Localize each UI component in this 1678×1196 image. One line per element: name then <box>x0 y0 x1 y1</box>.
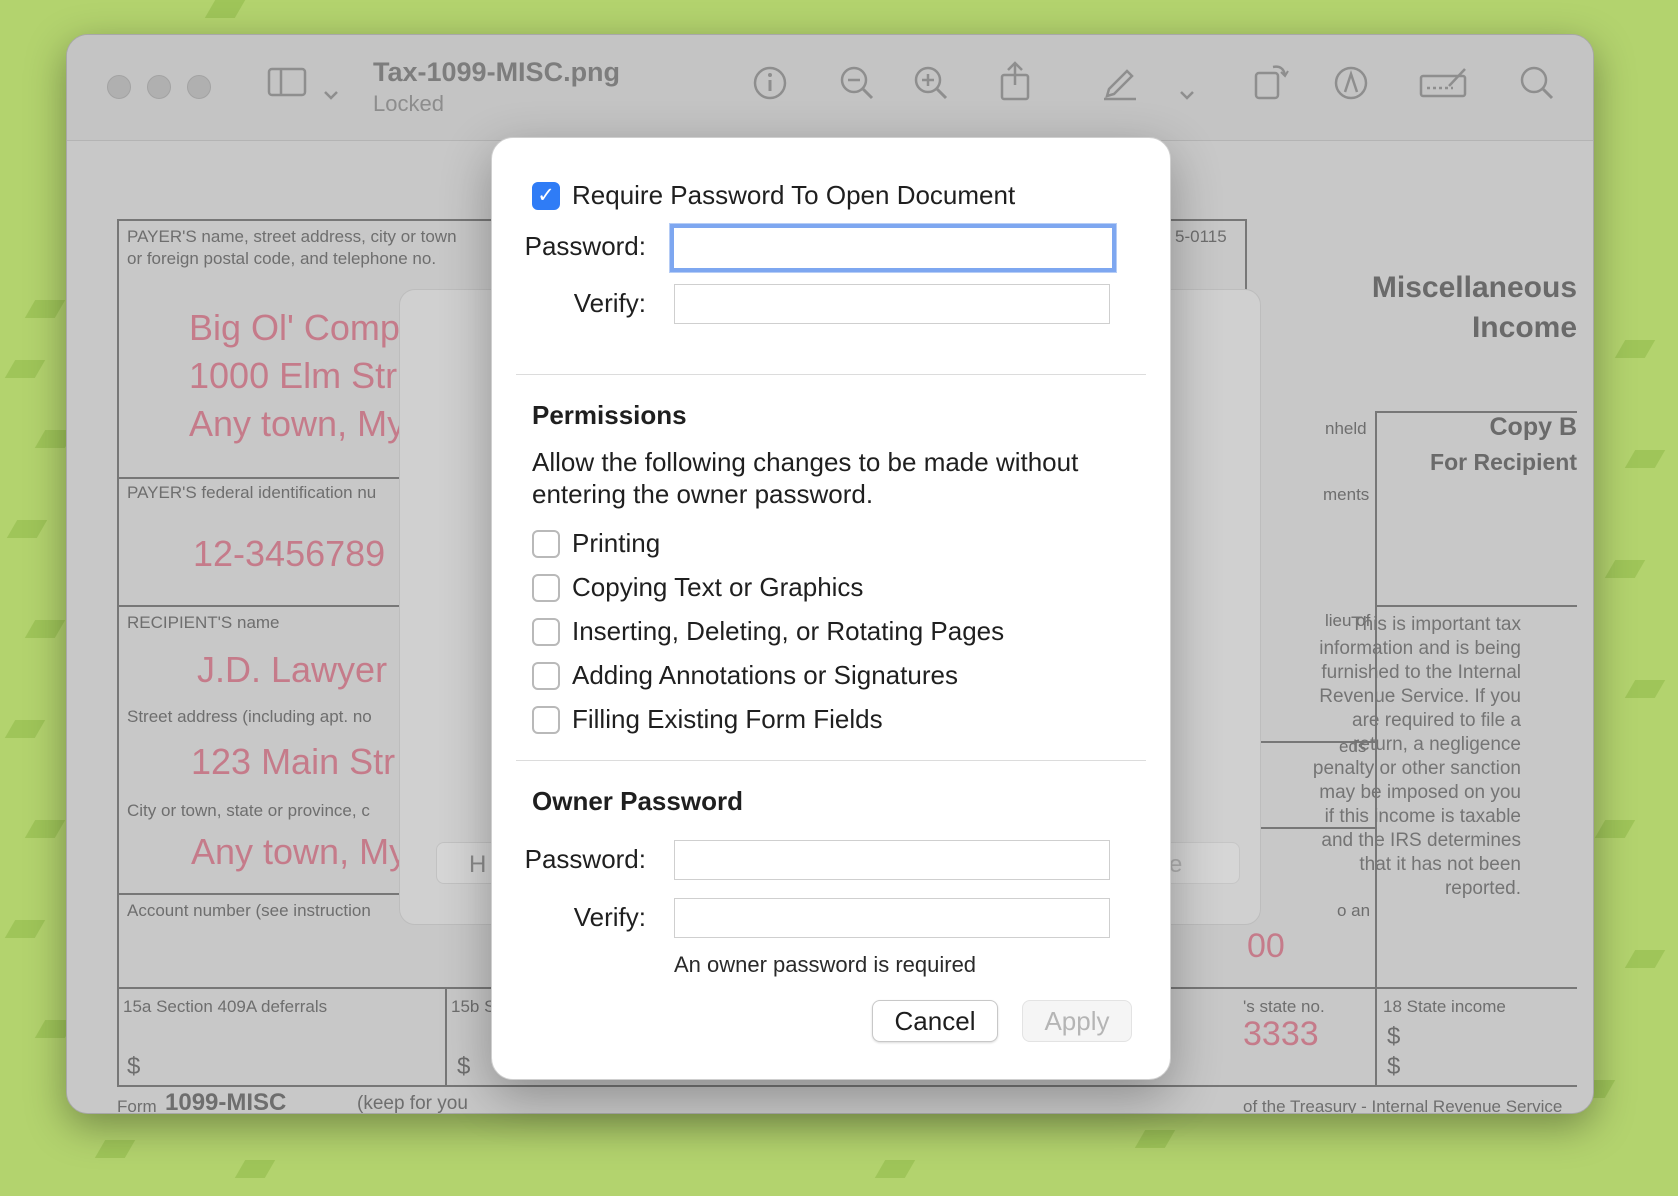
close-window-button[interactable] <box>107 75 131 99</box>
owner-password-heading: Owner Password <box>532 786 743 816</box>
permission-copying[interactable]: Copying Text or Graphics <box>532 572 863 603</box>
permission-printing[interactable]: Printing <box>532 528 660 559</box>
form-fields-checkbox[interactable] <box>532 705 560 734</box>
omb-number: 5-0115 <box>1175 227 1227 246</box>
sidebar-toggle-icon[interactable] <box>267 63 307 111</box>
permission-pages[interactable]: Inserting, Deleting, or Rotating Pages <box>532 616 1004 647</box>
owner-password-label: Password: <box>524 844 646 874</box>
dollar-sign: $ <box>127 1053 141 1080</box>
require-password-row[interactable]: ✓ Require Password To Open Document <box>532 180 1015 211</box>
copy-b-label: Copy B <box>1489 413 1578 441</box>
require-password-label: Require Password To Open Document <box>572 180 1016 210</box>
withheld-label: nheld <box>1325 419 1367 438</box>
form-name: 1099-MISC <box>165 1089 287 1114</box>
account-label: Account number (see instruction <box>127 901 371 920</box>
sheet-button-right: e <box>1160 842 1240 884</box>
verify-input[interactable] <box>674 284 1110 324</box>
treasury-note: of the Treasury - Internal Revenue Servi… <box>1243 1097 1563 1114</box>
dollar-sign: $ <box>457 1053 471 1080</box>
recipient-city: Any town, My <box>191 831 408 872</box>
owner-verify-input[interactable] <box>674 898 1110 938</box>
document-title: Tax-1099-MISC.png <box>373 57 621 87</box>
tax-notice: This is important tax information and is… <box>1312 614 1521 899</box>
copying-checkbox[interactable] <box>532 573 560 602</box>
payer-label-2: or foreign postal code, and telephone no… <box>127 249 437 268</box>
misc-title-1: Miscellaneous <box>1371 271 1577 304</box>
apply-button[interactable]: Apply <box>1022 1000 1132 1042</box>
payer-city: Any town, My <box>189 403 406 444</box>
payer-street: 1000 Elm Str <box>189 355 398 396</box>
owner-password-hint: An owner password is required <box>674 952 977 977</box>
password-label: Password: <box>524 231 646 261</box>
verify-label: Verify: <box>573 288 646 318</box>
zoom-window-button[interactable] <box>187 75 211 99</box>
pages-checkbox[interactable] <box>532 617 560 646</box>
misc-title-2: Income <box>1471 311 1577 344</box>
password-input[interactable] <box>670 224 1116 272</box>
recipient-label: RECIPIENT'S name <box>127 613 280 632</box>
chevron-down-icon[interactable] <box>323 65 339 113</box>
city-label: City or town, state or province, c <box>127 801 370 820</box>
permissions-description: Allow the following changes to be made w… <box>532 447 1079 509</box>
payer-label: PAYER'S name, street address, city or to… <box>127 227 457 246</box>
window-titlebar: Tax-1099-MISC.png Locked <box>67 35 1593 141</box>
permission-label: Printing <box>572 528 661 558</box>
box-15a-label: 15a Section 409A deferrals <box>123 997 328 1016</box>
permission-form-fields[interactable]: Filling Existing Form Fields <box>532 704 883 735</box>
permission-annotations[interactable]: Adding Annotations or Signatures <box>532 660 958 691</box>
info-icon[interactable] <box>753 65 787 113</box>
permission-label: Inserting, Deleting, or Rotating Pages <box>572 616 1005 646</box>
permission-label: Adding Annotations or Signatures <box>572 660 958 690</box>
recipient-street: 123 Main Str <box>191 741 396 782</box>
divider <box>516 374 1146 375</box>
payer-tin-label: PAYER'S federal identification nu <box>127 483 377 502</box>
recipient-name: J.D. Lawyer <box>197 649 388 690</box>
for-recipient-label: For Recipient <box>1430 449 1577 475</box>
box-18-label: 18 State income <box>1383 997 1506 1016</box>
form-filling-icon[interactable] <box>1419 65 1469 113</box>
street-label: Street address (including apt. no <box>127 707 372 726</box>
zoom-in-icon[interactable] <box>913 65 949 114</box>
payments-label: ments <box>1323 485 1370 504</box>
search-icon[interactable] <box>1519 65 1555 114</box>
cancel-button[interactable]: Cancel <box>872 1000 998 1042</box>
minimize-window-button[interactable] <box>147 75 171 99</box>
require-password-checkbox[interactable]: ✓ <box>532 181 560 210</box>
form-name-prefix: Form <box>117 1097 157 1114</box>
share-icon[interactable] <box>999 61 1031 114</box>
keep-note: (keep for you <box>357 1093 468 1114</box>
box-15b-label: 15b S <box>451 997 496 1016</box>
divider <box>516 760 1146 761</box>
payer-tin: 12-3456789 <box>193 533 386 574</box>
permissions-heading: Permissions <box>532 400 687 430</box>
owner-password-input[interactable] <box>674 840 1110 880</box>
state-no-value: 3333 <box>1243 1015 1319 1053</box>
permission-label: Filling Existing Form Fields <box>572 704 883 734</box>
amount-value: 00 <box>1247 927 1285 965</box>
zoom-out-icon[interactable] <box>839 65 875 114</box>
dollar-sign: $ <box>1387 1053 1401 1080</box>
markup-pen-icon[interactable] <box>1101 63 1139 114</box>
printing-checkbox[interactable] <box>532 529 560 558</box>
document-status: Locked <box>373 91 444 116</box>
o-an-label: o an <box>1337 901 1371 920</box>
permission-label: Copying Text or Graphics <box>572 572 864 602</box>
dollar-sign: $ <box>1387 1023 1401 1050</box>
markup-chevron-down-icon[interactable] <box>1179 65 1195 113</box>
encrypt-dialog: ✓ Require Password To Open Document Pass… <box>491 137 1171 1080</box>
rotate-icon[interactable] <box>1253 61 1289 114</box>
markup-toolbar-icon[interactable] <box>1333 65 1369 114</box>
state-no-label: 's state no. <box>1243 997 1325 1016</box>
payer-name: Big Ol' Comp <box>189 307 400 348</box>
annotations-checkbox[interactable] <box>532 661 560 690</box>
owner-verify-label: Verify: <box>573 902 646 932</box>
